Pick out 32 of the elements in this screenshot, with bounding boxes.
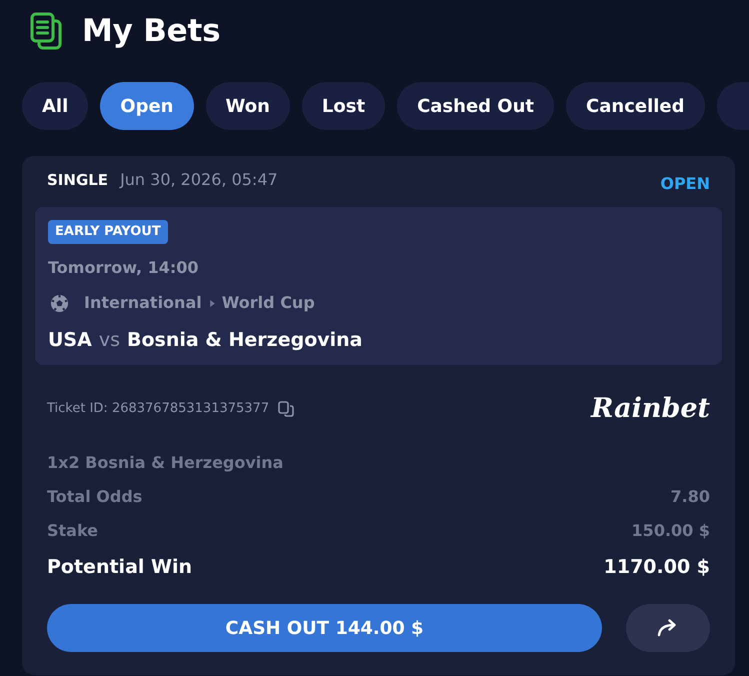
logo-wordmark: Rainbet [591,392,710,426]
filter-tab[interactable]: Lost [302,82,386,130]
summary-label: Potential Win [47,555,192,579]
copy-icon[interactable] [278,401,294,417]
bet-type-label: SINGLE [47,170,108,190]
bet-selection: 1x2 Bosnia & Herzegovina [47,453,284,473]
chevron-right-icon [210,300,215,306]
ticket-id: Ticket ID: 2683767853131375377 [47,400,270,418]
summary-value: 1170.00 $ [604,555,710,579]
bets-document-icon [30,12,62,50]
filter-tab[interactable]: Cancelled [566,82,705,130]
bet-status: OPEN [660,174,710,194]
early-payout-badge: EARLY PAYOUT [48,220,168,244]
summary-value: 7.80 [670,487,710,507]
soccer-ball-icon [50,294,69,312]
summary-label: Total Odds [47,487,142,507]
cash-out-button[interactable]: CASH OUT 144.00 $ [47,604,602,652]
page-title: My Bets [82,12,220,50]
filter-tab[interactable]: All [22,82,88,130]
versus-label: vs [98,328,120,352]
competition-link[interactable]: World Cup [222,293,315,313]
share-button[interactable] [626,604,710,652]
category-link[interactable]: International [84,293,202,313]
placed-date: Jun 30, 2026, 05:47 [120,170,278,190]
filter-tab[interactable]: Cashed Out [397,82,554,130]
summary-value: 150.00 $ [632,521,710,541]
summary-label: Stake [47,521,98,541]
filter-tab[interactable]: Open [100,82,194,130]
away-team: Bosnia & Herzegovina [126,328,362,352]
filter-tab[interactable]: Won [206,82,290,130]
home-team: USA [48,328,92,352]
event-start-time: Tomorrow, 14:00 [48,258,200,278]
